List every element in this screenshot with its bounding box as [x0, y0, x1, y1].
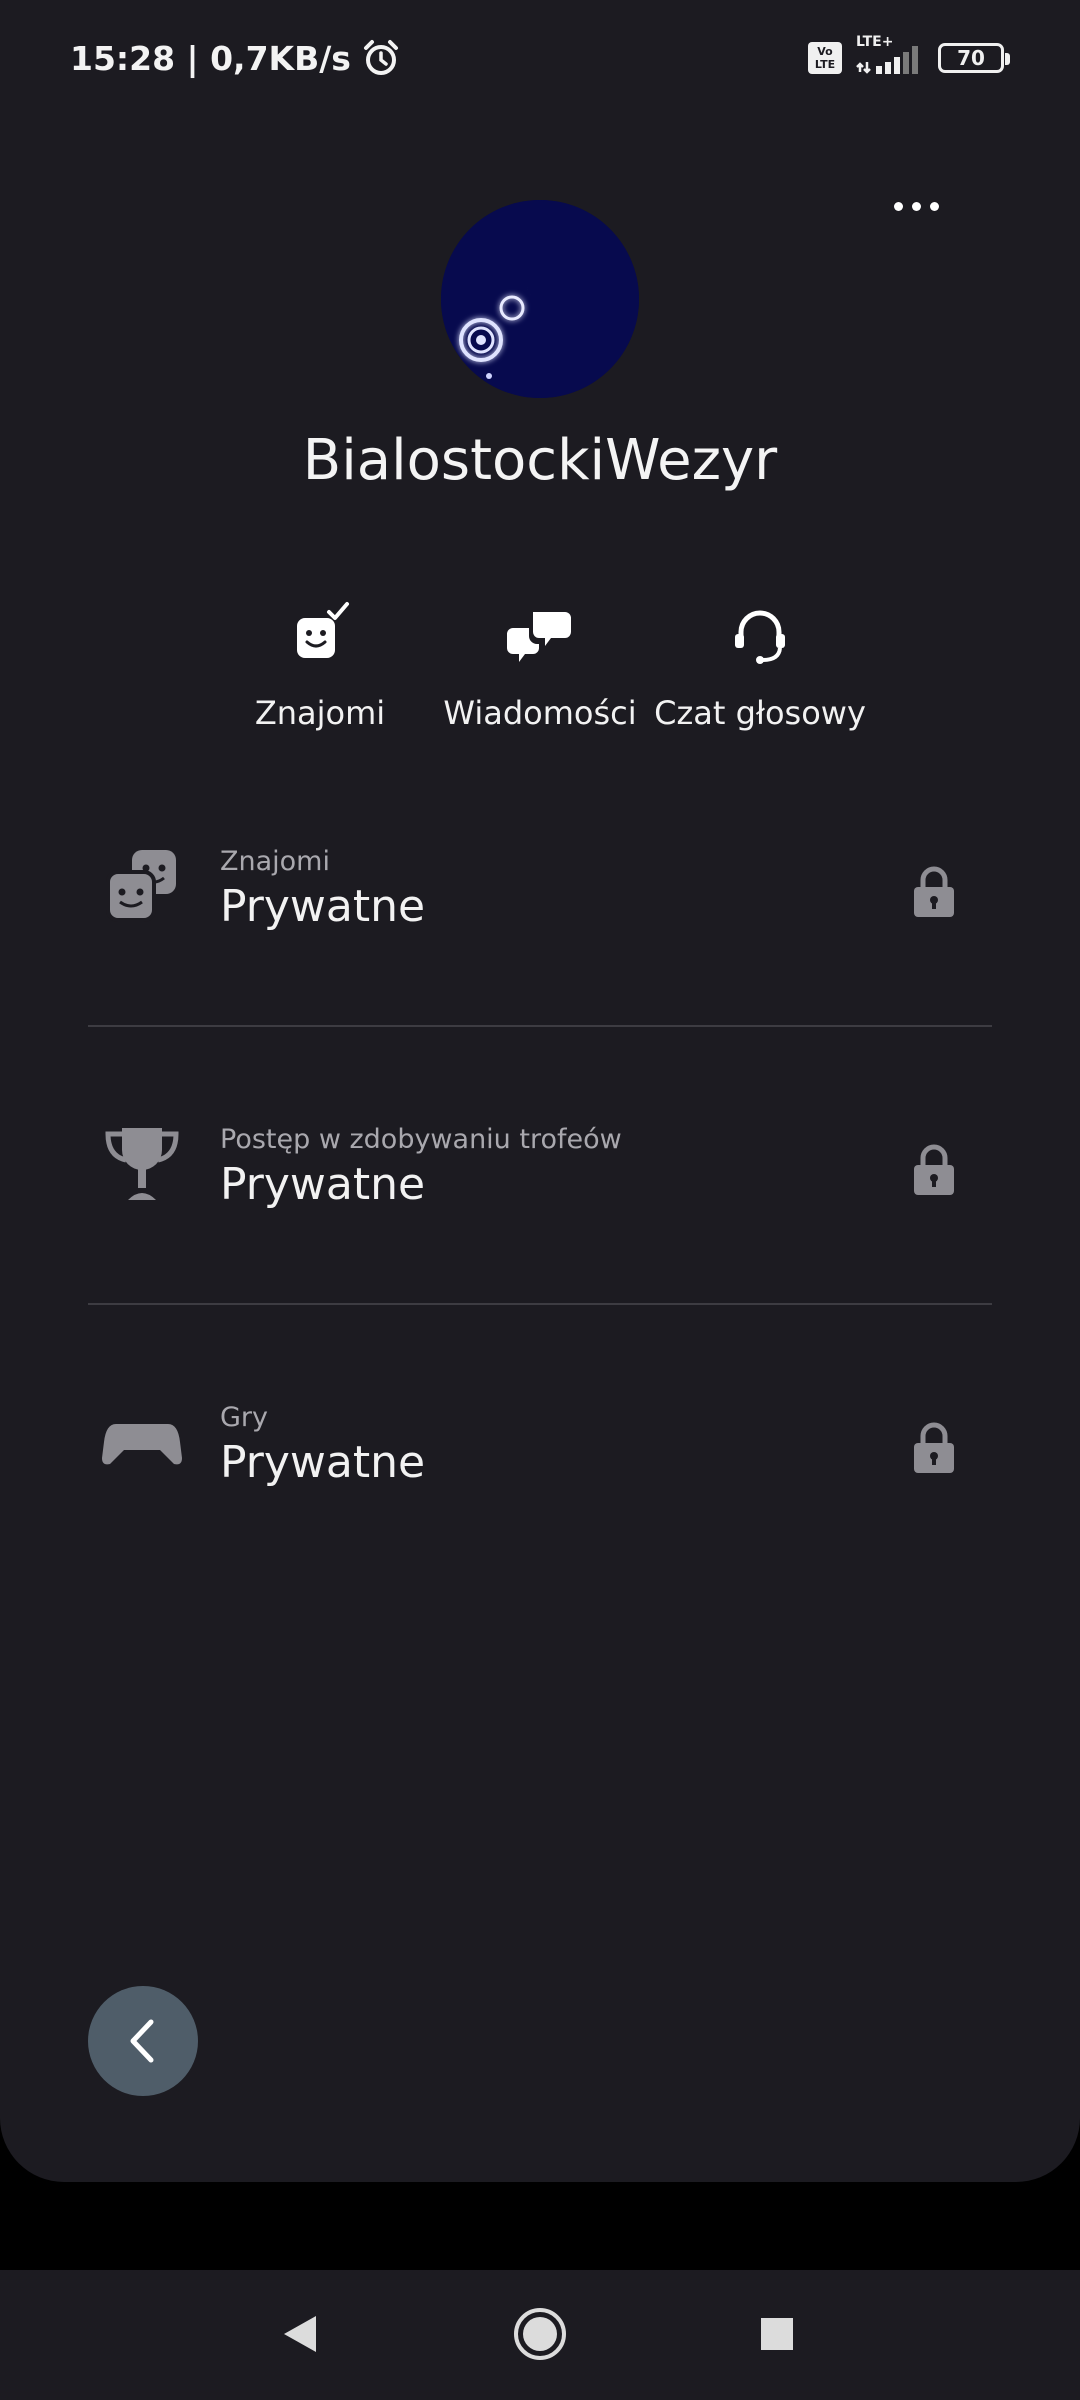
messages-button[interactable]: Wiadomości	[420, 600, 660, 732]
avatar[interactable]	[441, 200, 639, 398]
lock-icon	[914, 1422, 954, 1473]
friend-request-icon	[297, 602, 349, 658]
chevron-left-icon	[130, 2019, 154, 2063]
square-recents-icon	[761, 2318, 793, 2350]
voice-chat-button[interactable]: Czat głosowy	[640, 600, 880, 732]
privacy-value: Prywatne	[220, 1437, 426, 1488]
headset-icon	[735, 610, 785, 664]
volte-top: Vo	[817, 45, 833, 58]
privacy-caption: Gry	[220, 1402, 269, 1433]
privacy-caption: Znajomi	[220, 846, 330, 877]
status-bar-left: 15:28 | 0,7KB/s	[70, 38, 401, 78]
nav-home-button[interactable]	[508, 2302, 572, 2366]
signal-icon: LTE+	[854, 34, 926, 78]
more-dot	[911, 201, 921, 211]
messages-icon	[507, 612, 571, 662]
battery-icon: 70	[938, 43, 1010, 73]
moon-avatar-image	[441, 200, 639, 398]
alarm-icon	[363, 40, 398, 75]
more-options-button[interactable]	[880, 180, 952, 232]
privacy-row-friends[interactable]: Znajomi Prywatne	[88, 846, 992, 1046]
username: BialostockiWezyr	[302, 428, 778, 493]
messages-label: Wiadomości	[443, 694, 637, 732]
divider	[88, 1303, 992, 1305]
nav-recents-button[interactable]	[745, 2302, 809, 2366]
privacy-row-trophies[interactable]: Postęp w zdobywaniu trofeów Prywatne	[88, 1124, 992, 1324]
privacy-row-text: Gry Prywatne	[220, 1402, 425, 1488]
action-bar: Znajomi Wiadomości Czat głosowy	[0, 600, 1080, 750]
privacy-caption: Postęp w zdobywaniu trofeów	[220, 1124, 622, 1155]
friend-request-label: Znajomi	[254, 694, 386, 732]
system-navigation-bar	[0, 2270, 1080, 2400]
privacy-value: Prywatne	[220, 1159, 426, 1210]
voice-chat-label: Czat głosowy	[654, 694, 866, 732]
privacy-row-text: Postęp w zdobywaniu trofeów Prywatne	[220, 1124, 622, 1210]
profile-screen: 15:28 | 0,7KB/s Vo LTE LTE+ 70 Bialostoc…	[0, 0, 1080, 2182]
privacy-row-text: Znajomi Prywatne	[220, 846, 425, 932]
status-bar-right: Vo LTE LTE+ 70	[808, 34, 1010, 78]
lock-icon	[914, 1144, 954, 1195]
volte-badge: Vo LTE	[808, 42, 842, 74]
trophy-icon	[105, 1128, 179, 1200]
privacy-value: Prywatne	[220, 881, 426, 932]
divider	[88, 1025, 992, 1027]
friend-request-button[interactable]: Znajomi	[200, 600, 440, 732]
home-circle-icon	[514, 2308, 566, 2360]
friends-icon	[106, 850, 176, 922]
triangle-back-icon	[284, 2316, 316, 2352]
more-dot	[929, 201, 939, 211]
battery-level: 70	[957, 46, 985, 70]
privacy-row-games[interactable]: Gry Prywatne	[88, 1402, 992, 1602]
lock-icon	[914, 866, 954, 917]
volte-bottom: LTE	[814, 58, 836, 71]
status-time: 15:28 | 0,7KB/s	[70, 38, 351, 78]
more-dot	[893, 201, 903, 211]
nav-back-button[interactable]	[268, 2302, 332, 2366]
gamepad-icon	[102, 1424, 182, 1465]
back-button[interactable]	[88, 1986, 198, 2096]
